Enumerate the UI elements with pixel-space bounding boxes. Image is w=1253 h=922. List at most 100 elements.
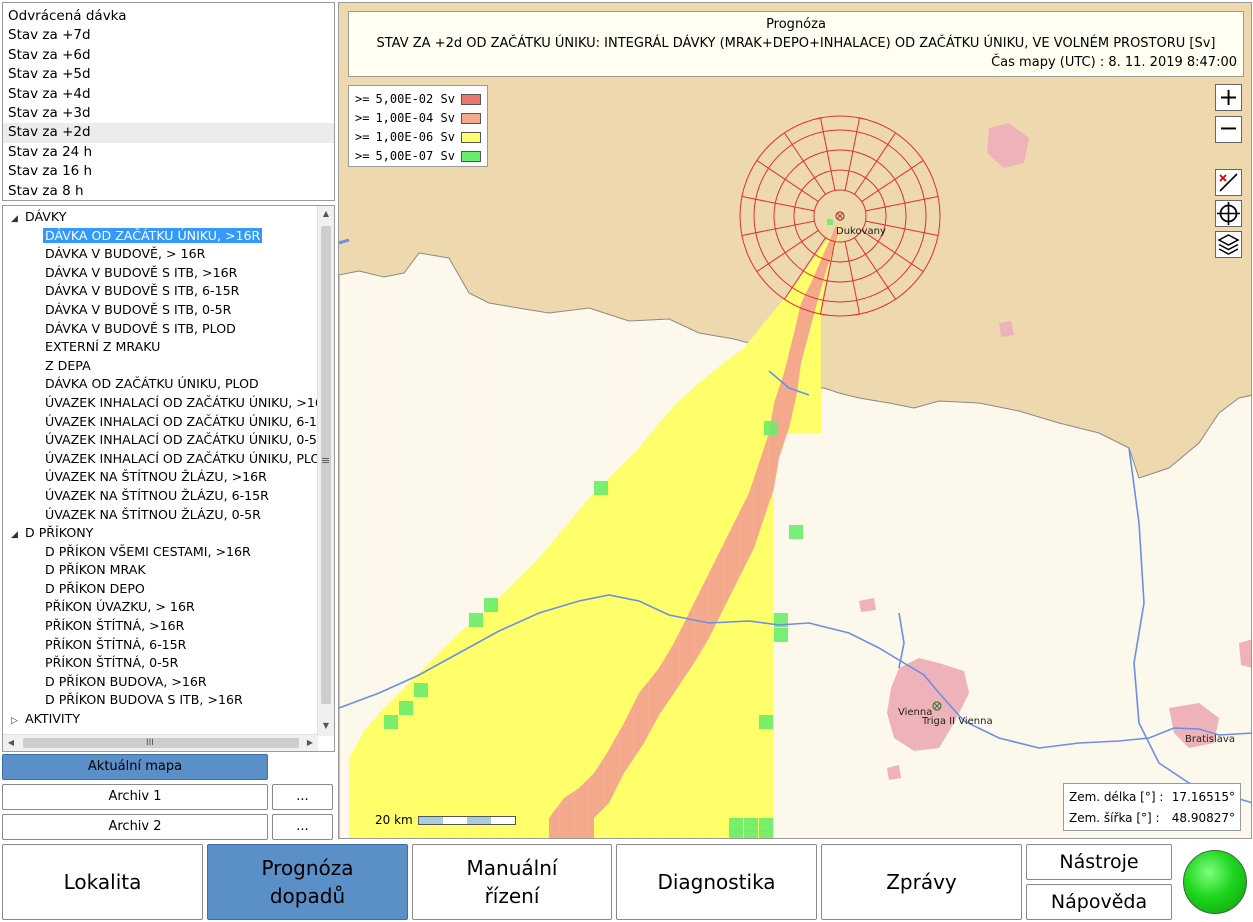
time-step-item[interactable]: Stav za +3d [3, 104, 334, 123]
tree-item[interactable]: PŘÍKON ŠTÍTNÁ, >16R [3, 617, 318, 636]
time-step-item[interactable]: Stav za +7d [3, 26, 334, 45]
scroll-up-icon[interactable]: ▲ [318, 206, 334, 222]
scale-label: 20 km [375, 813, 413, 827]
tree-item[interactable]: ÚVAZEK NA ŠTÍTNOU ŽLÁZU, >16R [3, 468, 318, 487]
tree-item[interactable]: ÚVAZEK INHALACÍ OD ZAČÁTKU ÚNIKU, PLOD [3, 450, 318, 469]
tree-item[interactable]: Z DEPA [3, 357, 318, 376]
archive2-browse-button[interactable]: ... [272, 814, 333, 840]
zoom-in-button[interactable]: + [1215, 84, 1242, 111]
time-step-item[interactable]: Stav za +4d [3, 85, 334, 104]
tree-item-label: ÚVAZEK INHALACÍ OD ZAČÁTKU ÚNIKU, 6-15R [45, 413, 318, 429]
tree-item-label: ÚVAZEK NA ŠTÍTNOU ŽLÁZU, 0-5R [45, 506, 261, 522]
layer-tree[interactable]: ◢ DÁVKY DÁVKA OD ZAČÁTKU ÚNIKU, >16R DÁVKA … [2, 205, 335, 752]
time-step-item[interactable]: Stav za 16 h [3, 162, 334, 181]
legend-swatch [460, 113, 481, 124]
tree-item[interactable]: ÚVAZEK INHALACÍ OD ZAČÁTKU ÚNIKU, 6-15R [3, 413, 318, 432]
archive2-button[interactable]: Archiv 2 [2, 814, 268, 840]
map-view[interactable]: Dukovany Vienna Triga II Vienna Bratisla… [338, 2, 1252, 839]
label-dukovany: Dukovany [836, 226, 886, 237]
nav-prognoza-dopadu[interactable]: Prognóza dopadů [207, 844, 408, 920]
time-step-item[interactable]: Stav za 8 h [3, 182, 334, 201]
time-step-item[interactable]: Stav za +2d [3, 123, 334, 143]
tree-vertical-scrollbar[interactable]: ▲ ≡ ▼ [317, 206, 334, 736]
tree-item[interactable]: ÚVAZEK NA ŠTÍTNOU ŽLÁZU, 6-15R [3, 487, 318, 506]
collapsed-arrow-icon[interactable]: ▷ [11, 712, 25, 731]
tree-item[interactable]: DÁVKA V BUDOVĚ S ITB, PLOD [3, 320, 318, 339]
tree-item-label: ÚVAZEK NA ŠTÍTNOU ŽLÁZU, >16R [45, 469, 267, 485]
legend-prefix: >= [355, 149, 370, 163]
forecast-subtitle: STAV ZA +2d OD ZAČÁTKU ÚNIKU: INTEGRÁL D… [376, 36, 1216, 51]
tree-item[interactable]: ÚVAZEK INHALACÍ OD ZAČÁTKU ÚNIKU, 0-5R [3, 431, 318, 450]
time-step-list[interactable]: Odvrácená dávka Stav za +7d Stav za +6d Sta… [2, 2, 335, 201]
tree-item-label: D PŘÍKON BUDOVA, >16R [45, 673, 207, 689]
layers-button[interactable] [1215, 231, 1242, 258]
tree-category-label: AKTIVITY [25, 711, 81, 727]
latitude-label: Zem. šířka [°] : [1069, 811, 1160, 825]
archive1-button[interactable]: Archiv 1 [2, 784, 268, 810]
layers-icon [1217, 234, 1240, 255]
tree-item-label: PŘÍKON ŠTÍTNÁ, >16R [45, 618, 185, 634]
tree-item[interactable]: ÚVAZEK NA ŠTÍTNOU ŽLÁZU, 0-5R [3, 506, 318, 525]
nav-prognoza-line1: Prognóza [261, 856, 354, 880]
tree-item[interactable]: DÁVKA OD ZAČÁTKU ÚNIKU, >16R [3, 227, 318, 246]
scroll-left-icon[interactable]: ◀ [3, 735, 19, 751]
nav-zpravy[interactable]: Zprávy [821, 844, 1022, 920]
locate-button[interactable] [1215, 200, 1242, 227]
time-step-item[interactable]: Stav za +5d [3, 65, 334, 84]
minus-icon: − [1218, 114, 1239, 142]
tree-item[interactable]: DÁVKA OD ZAČÁTKU ÚNIKU, PLOD [3, 375, 318, 394]
tree-item[interactable]: ÚVAZEK INHALACÍ OD ZAČÁTKU ÚNIKU, >16R [3, 394, 318, 413]
time-step-item[interactable]: Odvrácená dávka [3, 7, 334, 26]
tree-item-label: ÚVAZEK INHALACÍ OD ZAČÁTKU ÚNIKU, PLOD [45, 450, 318, 466]
tree-item[interactable]: D PŘÍKON DEPO [3, 580, 318, 599]
tree-item[interactable]: DÁVKA V BUDOVĚ S ITB, >16R [3, 264, 318, 283]
tree-item-label: D PŘÍKON DEPO [45, 580, 145, 596]
nav-nastroje[interactable]: Nástroje [1026, 844, 1172, 880]
map-time: Čas mapy (UTC) : 8. 11. 2019 8:47:00 [991, 55, 1237, 70]
scroll-down-icon[interactable]: ▼ [318, 718, 334, 734]
tree-item[interactable]: DÁVKA V BUDOVĚ S ITB, 6-15R [3, 282, 318, 301]
nav-manualni-rizeni[interactable]: Manuální řízení [412, 844, 612, 920]
time-step-item[interactable]: Stav za +6d [3, 46, 334, 65]
tree-item[interactable]: D PŘÍKON VŠEMI CESTAMI, >16R [3, 543, 318, 562]
scroll-grip-icon: ≡ [321, 454, 331, 467]
expanded-arrow-icon[interactable]: ◢ [11, 526, 25, 545]
tree-horizontal-scrollbar[interactable]: ◀ III ▶ [3, 734, 318, 751]
tree-item[interactable]: DÁVKA V BUDOVĚ S ITB, 0-5R [3, 301, 318, 320]
tree-item[interactable]: PŘÍKON ŠTÍTNÁ, 6-15R [3, 636, 318, 655]
tree-item[interactable]: D PŘÍKON BUDOVA, >16R [3, 673, 318, 692]
time-step-item[interactable]: Stav za 24 h [3, 143, 334, 162]
nav-prognoza-line2: dopadů [269, 884, 346, 908]
tree-item-label: EXTERNÍ Z MRAKU [45, 339, 161, 355]
tree-item[interactable]: PŘÍKON ŠTÍTNÁ, 0-5R [3, 654, 318, 673]
tree-item[interactable]: EXTERNÍ Z MRAKU [3, 338, 318, 357]
archive1-browse-button[interactable]: ... [272, 784, 333, 810]
hscroll-thumb[interactable] [23, 738, 299, 748]
tree-item[interactable]: DÁVKA V BUDOVĚ, > 16R [3, 245, 318, 264]
legend-value: 5,00E-02 Sv [375, 92, 455, 106]
hscroll-grip: III [146, 738, 154, 748]
nav-napoveda[interactable]: Nápověda [1026, 884, 1172, 920]
expanded-arrow-icon[interactable]: ◢ [11, 210, 25, 229]
nav-lokalita[interactable]: Lokalita [2, 844, 203, 920]
tree-category[interactable]: ▷ AKTIVITY [3, 710, 318, 729]
measure-button[interactable] [1215, 169, 1242, 196]
tree-category[interactable]: ◢ DÁVKY [3, 208, 318, 227]
tree-category-label: DÁVKY [25, 209, 67, 224]
legend-swatch [460, 151, 481, 162]
tree-item[interactable]: PŘÍKON ÚVAZKU, > 16R [3, 598, 318, 617]
tree-item-label: ÚVAZEK INHALACÍ OD ZAČÁTKU ÚNIKU, >16R [45, 394, 318, 410]
status-indicator-icon [1183, 850, 1247, 914]
legend-prefix: >= [355, 130, 370, 144]
tree-category[interactable]: ◢ D PŘÍKONY [3, 524, 318, 543]
tree-item[interactable]: D PŘÍKON BUDOVA S ITB, >16R [3, 691, 318, 710]
current-map-button[interactable]: Aktuální mapa [2, 754, 268, 780]
zoom-out-button[interactable]: − [1215, 116, 1242, 143]
nav-diagnostika[interactable]: Diagnostika [616, 844, 817, 920]
tree-item-label: Z DEPA [45, 357, 91, 373]
tree-item-label: DÁVKA OD ZAČÁTKU ÚNIKU, >16R [43, 227, 263, 243]
scroll-right-icon[interactable]: ▶ [302, 735, 318, 751]
tree-item[interactable]: D PŘÍKON MRAK [3, 561, 318, 580]
tree-item-label: DÁVKA V BUDOVĚ S ITB, 6-15R [45, 283, 240, 299]
legend-prefix: >= [355, 111, 370, 125]
